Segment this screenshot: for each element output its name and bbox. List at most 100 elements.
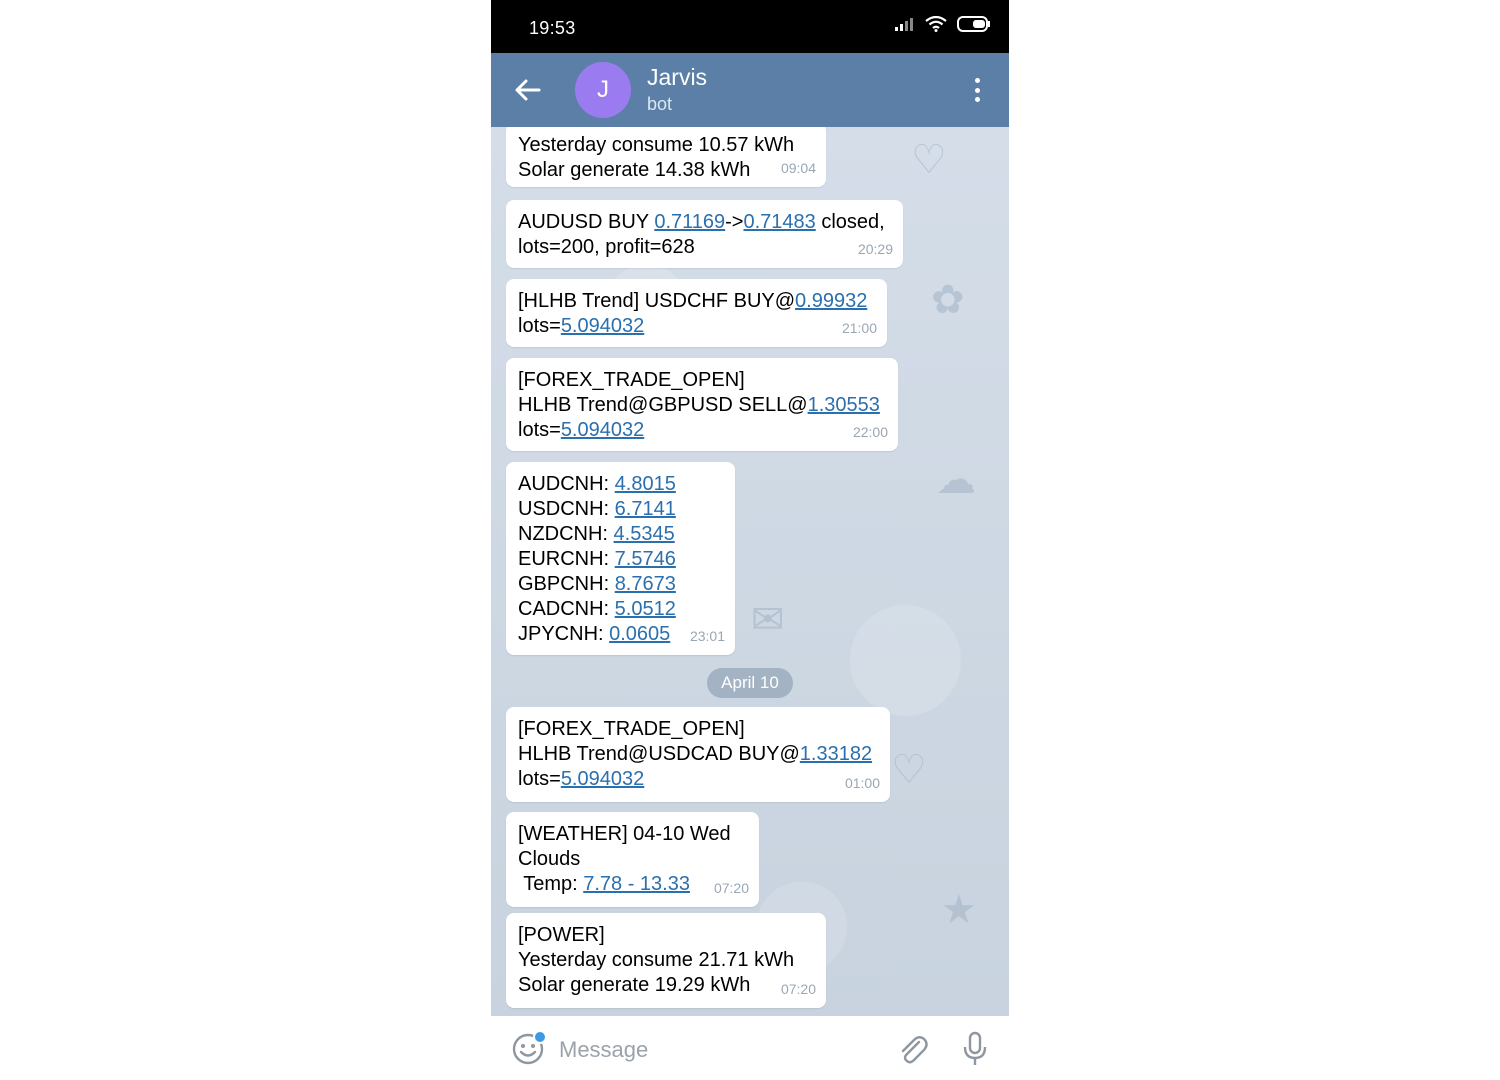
message-bubble[interactable]: [FOREX_TRADE_OPEN] HLHB Trend@GBPUSD SELL… [506, 358, 898, 451]
message-line: Yesterday consume 10.57 kWh [518, 133, 814, 158]
message-text-segment: Solar generate 14.38 kWh [518, 159, 751, 181]
value-link[interactable]: 0.0605 [609, 623, 670, 645]
message-text-segment: Clouds [518, 848, 581, 870]
message-line: HLHB Trend@GBPUSD SELL@1.30553 [518, 393, 886, 418]
message-line: [WEATHER] 04-10 Wed [518, 822, 747, 847]
message-line: Solar generate 14.38 kWh [518, 158, 814, 183]
message-text-segment: AUDCNH: [518, 473, 615, 495]
background-pattern-icon: ★ [941, 888, 977, 932]
message-text: [POWER] Yesterday consume 21.71 kWh Solar … [518, 923, 814, 998]
message-text-segment: [FOREX_TRADE_OPEN] [518, 369, 745, 391]
message-input-bar [491, 1016, 1009, 1080]
wifi-icon [925, 16, 947, 32]
value-link[interactable]: 5.094032 [561, 315, 644, 337]
message-text-segment: Yesterday consume 10.57 kWh [518, 134, 795, 156]
value-link[interactable]: 0.71483 [743, 211, 815, 233]
paperclip-icon[interactable] [897, 1033, 929, 1067]
message-line: USDCNH: 6.7141 [518, 497, 723, 522]
message-time: 07:20 [780, 981, 816, 997]
message-text-segment: EURCNH: [518, 548, 615, 570]
message-text: [HLHB Trend] USDCHF BUY@0.99932 lots=5.09… [518, 289, 875, 339]
message-line: lots=5.094032 [518, 418, 886, 443]
message-text: [WEATHER] 04-10 Wed Clouds Temp: 7.78 - 1… [518, 822, 747, 897]
value-link[interactable]: 1.33182 [800, 743, 872, 765]
status-time: 19:53 [529, 18, 576, 38]
message-list[interactable]: ♡ ✿ ☁ ✉ ♡ ★ Yesterday consume 10.57 kWh S… [491, 127, 1009, 1016]
notification-dot [533, 1030, 547, 1044]
background-pattern-icon: ✉ [751, 598, 785, 642]
message-time: 22:00 [852, 424, 888, 440]
message-text-segment: Temp: [518, 873, 584, 895]
message-bubble[interactable]: [FOREX_TRADE_OPEN] HLHB Trend@USDCAD BUY@… [506, 707, 890, 802]
value-link[interactable]: 4.8015 [615, 473, 676, 495]
microphone-icon[interactable] [961, 1031, 989, 1067]
message-text: [FOREX_TRADE_OPEN] HLHB Trend@USDCAD BUY@… [518, 717, 878, 792]
message-line: NZDCNH: 4.5345 [518, 522, 723, 547]
more-vertical-icon[interactable] [967, 75, 987, 105]
message-bubble[interactable]: Yesterday consume 10.57 kWh Solar generat… [506, 127, 826, 187]
signal-icon [895, 17, 915, 31]
message-text: AUDCNH: 4.8015 USDCNH: 6.7141 NZDCNH: 4.53… [518, 472, 723, 647]
message-text-segment: NZDCNH: [518, 523, 614, 545]
message-text-segment: [FOREX_TRADE_OPEN] [518, 718, 745, 740]
message-bubble[interactable]: [POWER] Yesterday consume 21.71 kWh Solar … [506, 913, 826, 1008]
message-time: 23:01 [689, 628, 725, 644]
message-line: [POWER] [518, 923, 814, 948]
message-bubble[interactable]: [WEATHER] 04-10 Wed Clouds Temp: 7.78 - 1… [506, 812, 759, 907]
background-pattern-icon: ✿ [931, 278, 965, 322]
message-line: CADCNH: 5.0512 [518, 597, 723, 622]
value-link[interactable]: 4.5345 [614, 523, 675, 545]
value-link[interactable]: 8.7673 [615, 573, 676, 595]
value-link[interactable]: 1.30553 [808, 394, 880, 416]
message-bubble[interactable]: [HLHB Trend] USDCHF BUY@0.99932 lots=5.09… [506, 279, 887, 347]
message-text-segment: GBPCNH: [518, 573, 615, 595]
message-input[interactable] [557, 1033, 861, 1067]
message-time: 07:20 [713, 880, 749, 896]
message-text: AUDUSD BUY 0.71169->0.71483 closed, lots=… [518, 210, 891, 260]
message-bubble[interactable]: AUDUSD BUY 0.71169->0.71483 closed, lots=… [506, 200, 903, 268]
message-line: AUDUSD BUY 0.71169->0.71483 closed, [518, 210, 891, 235]
message-line: Yesterday consume 21.71 kWh [518, 948, 814, 973]
message-line: HLHB Trend@USDCAD BUY@1.33182 [518, 742, 878, 767]
message-bubble[interactable]: AUDCNH: 4.8015 USDCNH: 6.7141 NZDCNH: 4.53… [506, 462, 735, 655]
date-separator: April 10 [707, 668, 793, 698]
chat-title[interactable]: Jarvis [647, 64, 707, 91]
background-pattern-icon: ☁ [936, 458, 976, 502]
value-link[interactable]: 7.78 - 13.33 [583, 873, 690, 895]
message-text-segment: Solar generate 19.29 kWh [518, 974, 751, 996]
value-link[interactable]: 5.0512 [615, 598, 676, 620]
message-text-segment: AUDUSD BUY [518, 211, 655, 233]
back-arrow-icon[interactable] [513, 75, 543, 105]
message-text-segment: lots= [518, 419, 561, 441]
value-link[interactable]: 5.094032 [561, 419, 644, 441]
message-text-segment: CADCNH: [518, 598, 615, 620]
value-link[interactable]: 7.5746 [615, 548, 676, 570]
message-time: 01:00 [844, 775, 880, 791]
status-icons [895, 16, 991, 32]
message-text-segment: lots= [518, 768, 561, 790]
message-text-segment: HLHB Trend@USDCAD BUY@ [518, 743, 800, 765]
status-bar: 19:53 [491, 0, 1009, 53]
message-text-segment: [HLHB Trend] USDCHF BUY@ [518, 290, 796, 312]
message-text-segment: HLHB Trend@GBPUSD SELL@ [518, 394, 808, 416]
message-time: 21:00 [841, 320, 877, 336]
phone-screen: 19:53 J Jarvis bot ♡ ✿ ☁ ✉ ♡ ★ Yesterday… [491, 0, 1009, 1080]
value-link[interactable]: 0.99932 [795, 290, 867, 312]
avatar[interactable]: J [575, 62, 631, 118]
message-line: Clouds [518, 847, 747, 872]
value-link[interactable]: 6.7141 [615, 498, 676, 520]
message-text-segment: Yesterday consume 21.71 kWh [518, 949, 795, 971]
message-text-segment: [POWER] [518, 924, 605, 946]
chat-header: J Jarvis bot [491, 53, 1009, 127]
value-link[interactable]: 5.094032 [561, 768, 644, 790]
message-line: lots=5.094032 [518, 767, 878, 792]
message-text-segment: [WEATHER] 04-10 Wed [518, 823, 731, 845]
value-link[interactable]: 0.71169 [654, 211, 725, 233]
message-line: [HLHB Trend] USDCHF BUY@0.99932 [518, 289, 875, 314]
message-line: lots=200, profit=628 [518, 235, 891, 260]
message-text-segment: -> [725, 211, 744, 233]
message-text-segment: USDCNH: [518, 498, 615, 520]
battery-icon [957, 16, 991, 32]
message-line: AUDCNH: 4.8015 [518, 472, 723, 497]
message-line: lots=5.094032 [518, 314, 875, 339]
